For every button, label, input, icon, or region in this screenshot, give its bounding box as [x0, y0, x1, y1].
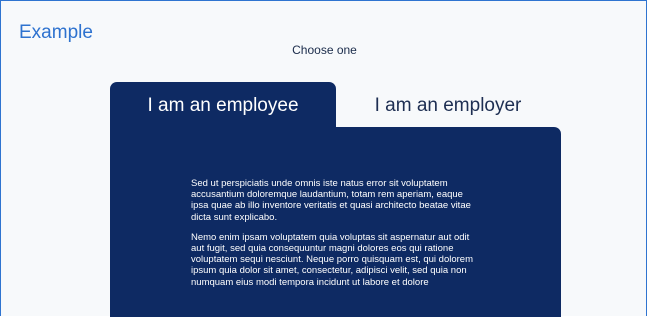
panel-text: Sed ut perspiciatis unde omnis iste natu… [191, 178, 481, 297]
panel-paragraph-2: Nemo enim ipsam voluptatem quia voluptas… [191, 231, 473, 288]
panel-paragraph-1: Sed ut perspiciatis unde omnis iste natu… [191, 178, 471, 223]
tab-employer[interactable]: I am an employer [336, 82, 560, 127]
content-panel: Sed ut perspiciatis unde omnis iste natu… [110, 127, 561, 317]
choose-prompt: Choose one [292, 43, 357, 57]
example-frame: Example Choose one I am an employee I am… [0, 0, 647, 317]
